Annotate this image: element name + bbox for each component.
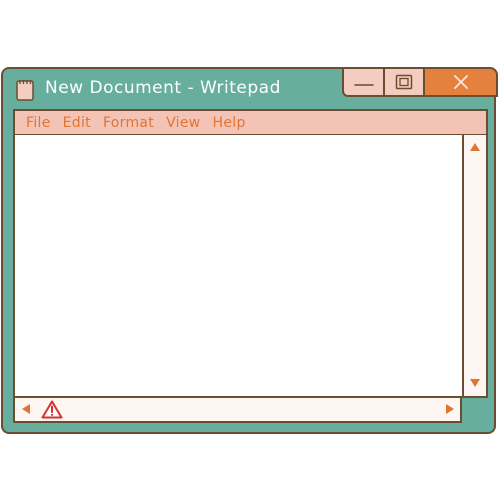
scrollbar-corner [462,398,488,423]
arrow-up-icon[interactable] [469,142,481,152]
notepad-icon [16,80,34,101]
arrow-left-icon[interactable] [21,403,31,415]
text-editor-area[interactable] [13,135,462,398]
menu-file[interactable]: File [26,115,51,131]
menu-format[interactable]: Format [103,115,154,131]
app-window: New Document - Writepad File Edit Format… [1,67,498,434]
menu-view[interactable]: View [166,115,200,131]
close-icon [453,75,468,89]
warning-icon [41,400,63,419]
arrow-right-icon[interactable] [445,403,455,415]
menu-bar: File Edit Format View Help [13,109,488,135]
restore-icon [395,74,413,90]
minimize-icon [353,84,374,86]
maximize-button[interactable] [383,67,425,97]
horizontal-scrollbar[interactable] [13,398,462,423]
arrow-down-icon[interactable] [469,378,481,388]
title-bar[interactable]: New Document - Writepad [3,67,498,111]
minimize-button[interactable] [342,67,385,97]
vertical-scrollbar[interactable] [462,135,488,398]
window-title: New Document - Writepad [45,78,281,98]
close-button[interactable] [423,67,498,97]
menu-edit[interactable]: Edit [63,115,91,131]
menu-help[interactable]: Help [213,115,246,131]
